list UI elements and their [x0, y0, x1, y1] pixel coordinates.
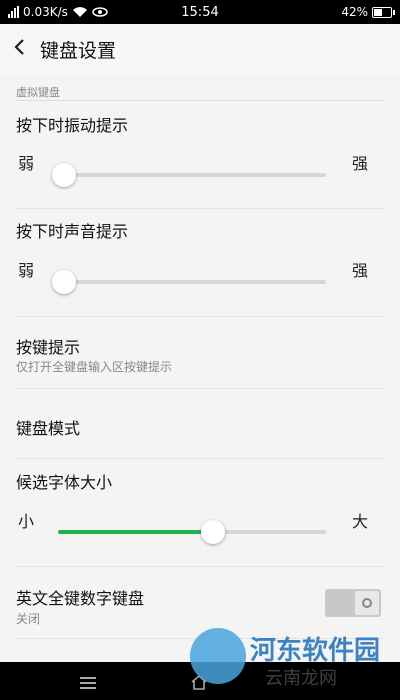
menu-icon[interactable] — [80, 677, 96, 692]
status-right: 42% — [242, 5, 395, 19]
candidate-font-min-label: 小 — [18, 512, 35, 531]
toggle-knob — [355, 591, 379, 615]
divider — [16, 458, 385, 459]
en-numeric-subtitle: 关闭 — [16, 612, 41, 626]
sound-max-label: 强 — [352, 261, 369, 280]
vibration-title: 按下时振动提示 — [16, 116, 129, 135]
status-bar: 0.03K/s 15:54 42% — [0, 0, 400, 24]
battery-percent: 42% — [341, 5, 368, 19]
vibration-slider[interactable] — [52, 160, 326, 190]
en-numeric-title: 英文全键数字键盘 — [16, 589, 145, 608]
status-time: 15:54 — [181, 4, 219, 20]
keyboard-mode-row[interactable]: 键盘模式 — [16, 415, 80, 439]
vibration-max-label: 强 — [352, 154, 369, 173]
sound-title: 按下时声音提示 — [16, 222, 129, 241]
candidate-font-title: 候选字体大小 — [16, 473, 113, 492]
divider — [16, 316, 385, 317]
slider-fill — [58, 530, 214, 534]
slider-track — [58, 280, 326, 284]
divider — [16, 388, 385, 389]
network-speed: 0.03K/s — [23, 5, 68, 19]
divider — [16, 208, 385, 209]
watermark-logo — [190, 628, 246, 684]
key-hint-title: 按键提示 — [16, 338, 81, 357]
slider-thumb[interactable] — [52, 163, 76, 187]
chevron-left-icon — [14, 38, 24, 55]
en-numeric-toggle[interactable] — [325, 589, 381, 617]
section-divider — [16, 100, 385, 101]
slider-thumb[interactable] — [201, 520, 226, 544]
section-label: 虚拟键盘 — [16, 86, 60, 99]
page-title: 键盘设置 — [40, 39, 117, 62]
vibration-min-label: 弱 — [18, 154, 35, 173]
watermark-line2: 云南龙网 — [265, 668, 337, 689]
app-header: 键盘设置 — [0, 24, 400, 74]
signal-icon — [8, 6, 19, 18]
divider — [16, 566, 385, 567]
sound-min-label: 弱 — [18, 261, 35, 280]
candidate-font-slider[interactable] — [58, 517, 326, 547]
watermark-line1: 河东软件园 — [250, 636, 381, 666]
status-left: 0.03K/s — [8, 5, 158, 19]
watermark: 河东软件园 云南龙网 — [190, 628, 395, 696]
slider-track — [58, 173, 326, 177]
eye-icon — [92, 7, 108, 17]
candidate-font-max-label: 大 — [352, 512, 369, 531]
sound-slider[interactable] — [52, 267, 326, 297]
key-hint-subtitle: 仅打开全键盘输入区按键提示 — [16, 360, 173, 374]
slider-thumb[interactable] — [52, 270, 76, 294]
back-button[interactable] — [0, 37, 40, 62]
battery-icon — [372, 6, 395, 18]
wifi-icon — [72, 7, 87, 17]
